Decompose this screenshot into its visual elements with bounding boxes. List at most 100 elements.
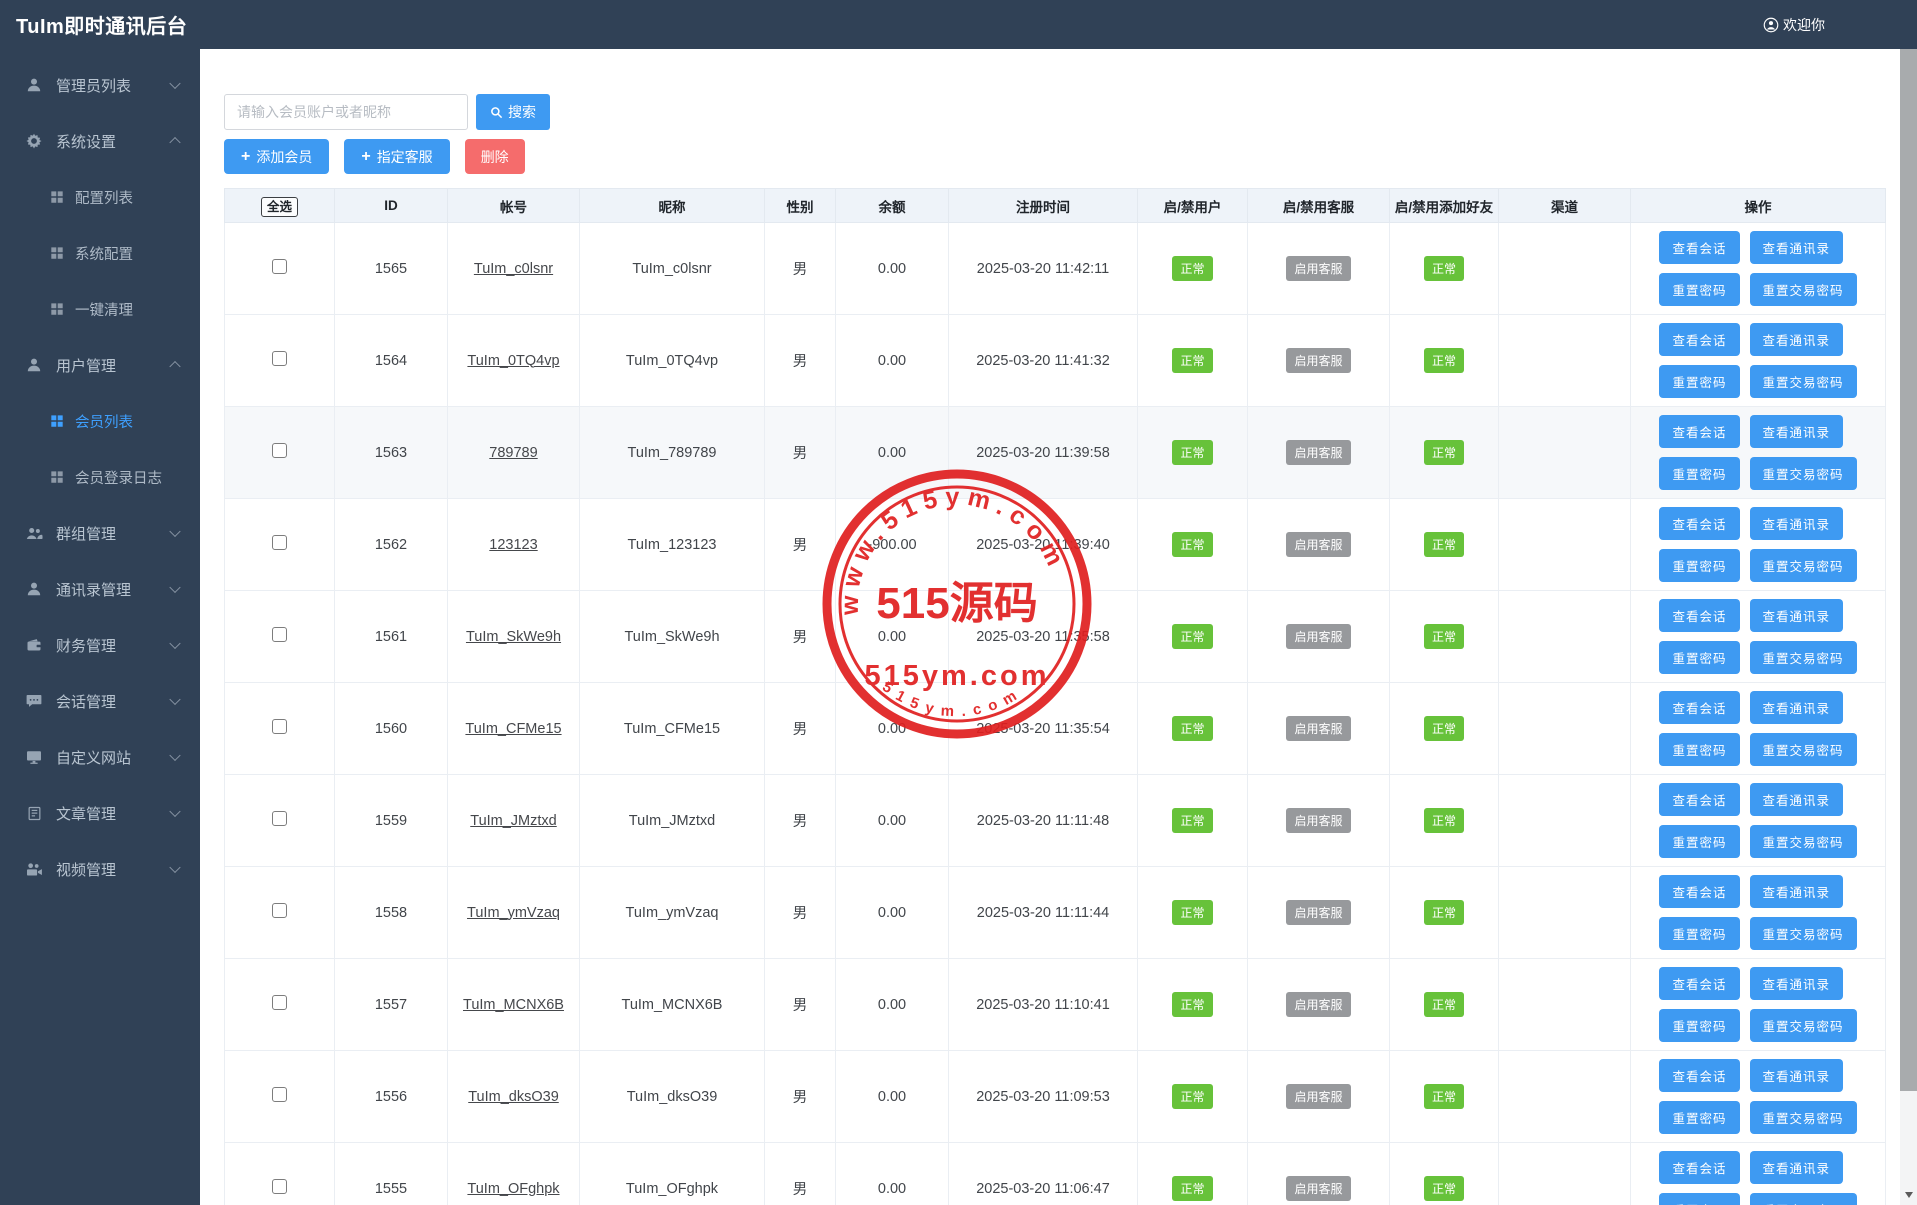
row-checkbox[interactable] [272, 351, 287, 366]
sidebar-item-contact[interactable]: 通讯录管理 [0, 561, 200, 617]
row-action-button[interactable]: 重置交易密码 [1750, 1101, 1857, 1134]
row-action-button[interactable]: 重置密码 [1659, 917, 1739, 950]
row-action-button[interactable]: 查看会话 [1659, 875, 1739, 908]
row-action-button[interactable]: 查看会话 [1659, 323, 1739, 356]
row-checkbox[interactable] [272, 995, 287, 1010]
row-action-button[interactable]: 重置交易密码 [1750, 549, 1857, 582]
row-checkbox[interactable] [272, 903, 287, 918]
row-action-button[interactable]: 重置密码 [1659, 457, 1739, 490]
support-status-badge[interactable]: 启用客服 [1286, 348, 1350, 373]
row-action-button[interactable]: 查看通讯录 [1750, 1059, 1844, 1092]
account-link[interactable]: TuIm_ymVzaq [467, 905, 560, 921]
support-status-badge[interactable]: 启用客服 [1286, 900, 1350, 925]
friend-status-badge[interactable]: 正常 [1424, 348, 1464, 373]
row-checkbox[interactable] [272, 1087, 287, 1102]
friend-status-badge[interactable]: 正常 [1424, 992, 1464, 1017]
row-action-button[interactable]: 查看通讯录 [1750, 507, 1844, 540]
support-status-badge[interactable]: 启用客服 [1286, 992, 1350, 1017]
row-action-button[interactable]: 查看通讯录 [1750, 691, 1844, 724]
user-status-badge[interactable]: 正常 [1172, 624, 1212, 649]
row-action-button[interactable]: 查看通讯录 [1750, 783, 1844, 816]
friend-status-badge[interactable]: 正常 [1424, 256, 1464, 281]
friend-status-badge[interactable]: 正常 [1424, 1176, 1464, 1201]
friend-status-badge[interactable]: 正常 [1424, 808, 1464, 833]
row-action-button[interactable]: 重置密码 [1659, 825, 1739, 858]
row-action-button[interactable]: 查看会话 [1659, 1151, 1739, 1184]
support-status-badge[interactable]: 启用客服 [1286, 532, 1350, 557]
row-action-button[interactable]: 查看通讯录 [1750, 415, 1844, 448]
sidebar-item-wallet[interactable]: 财务管理 [0, 617, 200, 673]
select-all-button[interactable]: 全选 [261, 197, 298, 217]
sidebar-item-admin-user[interactable]: 管理员列表 [0, 57, 200, 113]
sidebar-item-users[interactable]: 群组管理 [0, 505, 200, 561]
row-checkbox[interactable] [272, 811, 287, 826]
account-link[interactable]: TuIm_OFghpk [467, 1181, 559, 1197]
support-status-badge[interactable]: 启用客服 [1286, 808, 1350, 833]
row-action-button[interactable]: 重置密码 [1659, 1193, 1739, 1205]
sidebar-item-grid[interactable]: 会员登录日志 [0, 449, 200, 505]
row-action-button[interactable]: 重置密码 [1659, 365, 1739, 398]
user-status-badge[interactable]: 正常 [1172, 1084, 1212, 1109]
friend-status-badge[interactable]: 正常 [1424, 624, 1464, 649]
search-button[interactable]: 搜索 [476, 94, 550, 130]
row-action-button[interactable]: 重置交易密码 [1750, 457, 1857, 490]
friend-status-badge[interactable]: 正常 [1424, 716, 1464, 741]
user-status-badge[interactable]: 正常 [1172, 900, 1212, 925]
row-action-button[interactable]: 查看会话 [1659, 1059, 1739, 1092]
user-status-badge[interactable]: 正常 [1172, 716, 1212, 741]
user-status-badge[interactable]: 正常 [1172, 1176, 1212, 1201]
row-action-button[interactable]: 查看会话 [1659, 691, 1739, 724]
row-action-button[interactable]: 查看通讯录 [1750, 231, 1844, 264]
account-link[interactable]: TuIm_JMztxd [470, 813, 556, 829]
row-action-button[interactable]: 重置交易密码 [1750, 1193, 1857, 1205]
assign-support-button[interactable]: + 指定客服 [344, 139, 449, 174]
user-status-badge[interactable]: 正常 [1172, 532, 1212, 557]
row-action-button[interactable]: 查看通讯录 [1750, 1151, 1844, 1184]
add-member-button[interactable]: + 添加会员 [224, 139, 329, 174]
row-action-button[interactable]: 查看通讯录 [1750, 323, 1844, 356]
sidebar-item-chat[interactable]: 会话管理 [0, 673, 200, 729]
support-status-badge[interactable]: 启用客服 [1286, 716, 1350, 741]
support-status-badge[interactable]: 启用客服 [1286, 1176, 1350, 1201]
row-action-button[interactable]: 重置交易密码 [1750, 273, 1857, 306]
account-link[interactable]: TuIm_c0lsnr [474, 261, 553, 277]
row-action-button[interactable]: 重置密码 [1659, 1101, 1739, 1134]
account-link[interactable]: 789789 [489, 445, 537, 461]
sidebar-item-grid[interactable]: 会员列表 [0, 393, 200, 449]
user-status-badge[interactable]: 正常 [1172, 256, 1212, 281]
row-action-button[interactable]: 重置密码 [1659, 549, 1739, 582]
row-action-button[interactable]: 查看会话 [1659, 231, 1739, 264]
sidebar-item-user[interactable]: 用户管理 [0, 337, 200, 393]
row-action-button[interactable]: 重置密码 [1659, 733, 1739, 766]
user-status-badge[interactable]: 正常 [1172, 992, 1212, 1017]
row-checkbox[interactable] [272, 535, 287, 550]
row-action-button[interactable]: 重置交易密码 [1750, 1009, 1857, 1042]
row-action-button[interactable]: 查看会话 [1659, 415, 1739, 448]
support-status-badge[interactable]: 启用客服 [1286, 256, 1350, 281]
row-action-button[interactable]: 查看会话 [1659, 783, 1739, 816]
row-action-button[interactable]: 重置密码 [1659, 273, 1739, 306]
friend-status-badge[interactable]: 正常 [1424, 440, 1464, 465]
row-checkbox[interactable] [272, 259, 287, 274]
row-checkbox[interactable] [272, 443, 287, 458]
user-status-badge[interactable]: 正常 [1172, 348, 1212, 373]
scrollbar-down-button[interactable] [1900, 1185, 1917, 1205]
row-action-button[interactable]: 查看通讯录 [1750, 875, 1844, 908]
scrollbar-track[interactable] [1900, 49, 1917, 1205]
scrollbar-thumb[interactable] [1900, 49, 1917, 1091]
account-link[interactable]: TuIm_MCNX6B [463, 997, 564, 1013]
row-action-button[interactable]: 重置交易密码 [1750, 365, 1857, 398]
row-checkbox[interactable] [272, 1179, 287, 1194]
row-action-button[interactable]: 查看会话 [1659, 599, 1739, 632]
row-action-button[interactable]: 重置交易密码 [1750, 641, 1857, 674]
delete-button[interactable]: 删除 [465, 139, 525, 174]
row-action-button[interactable]: 查看通讯录 [1750, 599, 1844, 632]
sidebar-item-grid[interactable]: 系统配置 [0, 225, 200, 281]
row-action-button[interactable]: 重置密码 [1659, 1009, 1739, 1042]
user-status-badge[interactable]: 正常 [1172, 808, 1212, 833]
account-link[interactable]: TuIm_dksO39 [468, 1089, 559, 1105]
account-link[interactable]: 123123 [489, 537, 537, 553]
welcome-user[interactable]: 欢迎你 [1763, 15, 1825, 35]
row-action-button[interactable]: 查看会话 [1659, 967, 1739, 1000]
account-link[interactable]: TuIm_SkWe9h [466, 629, 561, 645]
